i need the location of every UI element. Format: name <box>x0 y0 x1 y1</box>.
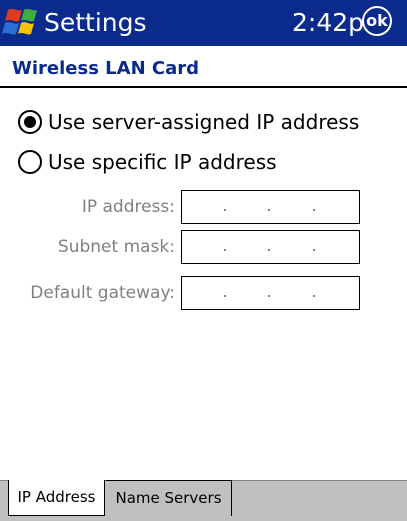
radio-button-checked[interactable] <box>18 110 42 134</box>
section-header: Wireless LAN Card <box>0 46 407 88</box>
radio-label-server-assigned: Use server-assigned IP address <box>48 110 360 134</box>
windows-start-icon[interactable] <box>2 4 42 42</box>
app-title: Settings <box>44 8 147 37</box>
subnet-mask-label: Subnet mask: <box>57 237 175 257</box>
subnet-mask-field[interactable] <box>181 230 360 264</box>
radio-button-unchecked[interactable] <box>18 150 42 174</box>
ip-separator <box>224 209 226 211</box>
ip-separator <box>268 295 270 297</box>
page-title: Wireless LAN Card <box>12 58 200 79</box>
ip-separator <box>224 249 226 251</box>
radio-specific-ip[interactable]: Use specific IP address <box>18 147 277 177</box>
ip-separator <box>268 249 270 251</box>
ip-separator <box>313 209 315 211</box>
tab-name-servers[interactable]: Name Servers <box>106 480 232 516</box>
ip-separator <box>224 295 226 297</box>
ip-address-label: IP address: <box>81 197 175 217</box>
tab-ip-address[interactable]: IP Address <box>8 480 105 516</box>
tab-strip: IP Address Name Servers <box>0 480 407 521</box>
ip-separator <box>313 295 315 297</box>
clock[interactable]: 2:42p <box>292 8 364 37</box>
ip-address-field[interactable] <box>181 190 360 224</box>
default-gateway-label: Default gateway: <box>30 283 175 303</box>
ip-separator <box>313 249 315 251</box>
radio-server-assigned[interactable]: Use server-assigned IP address <box>18 107 359 137</box>
default-gateway-field[interactable] <box>181 276 360 310</box>
radio-label-specific-ip: Use specific IP address <box>48 150 277 174</box>
title-bar: Settings 2:42p ok <box>0 0 407 46</box>
ok-button[interactable]: ok <box>362 6 392 36</box>
ip-separator <box>268 209 270 211</box>
